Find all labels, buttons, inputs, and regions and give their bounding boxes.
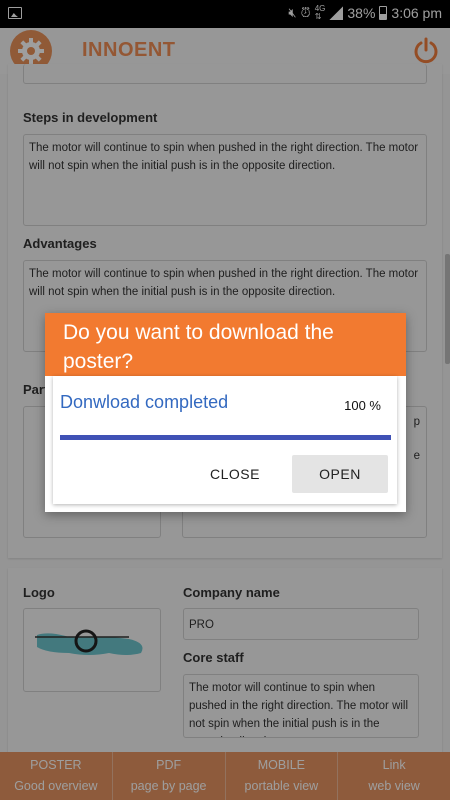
download-percent: 100 %: [344, 398, 381, 413]
close-button[interactable]: CLOSE: [191, 455, 279, 493]
download-dialog: Do you want to download the poster? Donw…: [45, 313, 406, 512]
download-status: Donwload completed: [60, 392, 229, 412]
open-button[interactable]: OPEN: [292, 455, 388, 493]
dialog-title: Do you want to download the poster?: [45, 313, 406, 376]
progress-bar: [60, 435, 391, 440]
download-progress-panel: Donwload completed 100 % CLOSE OPEN: [53, 376, 397, 504]
